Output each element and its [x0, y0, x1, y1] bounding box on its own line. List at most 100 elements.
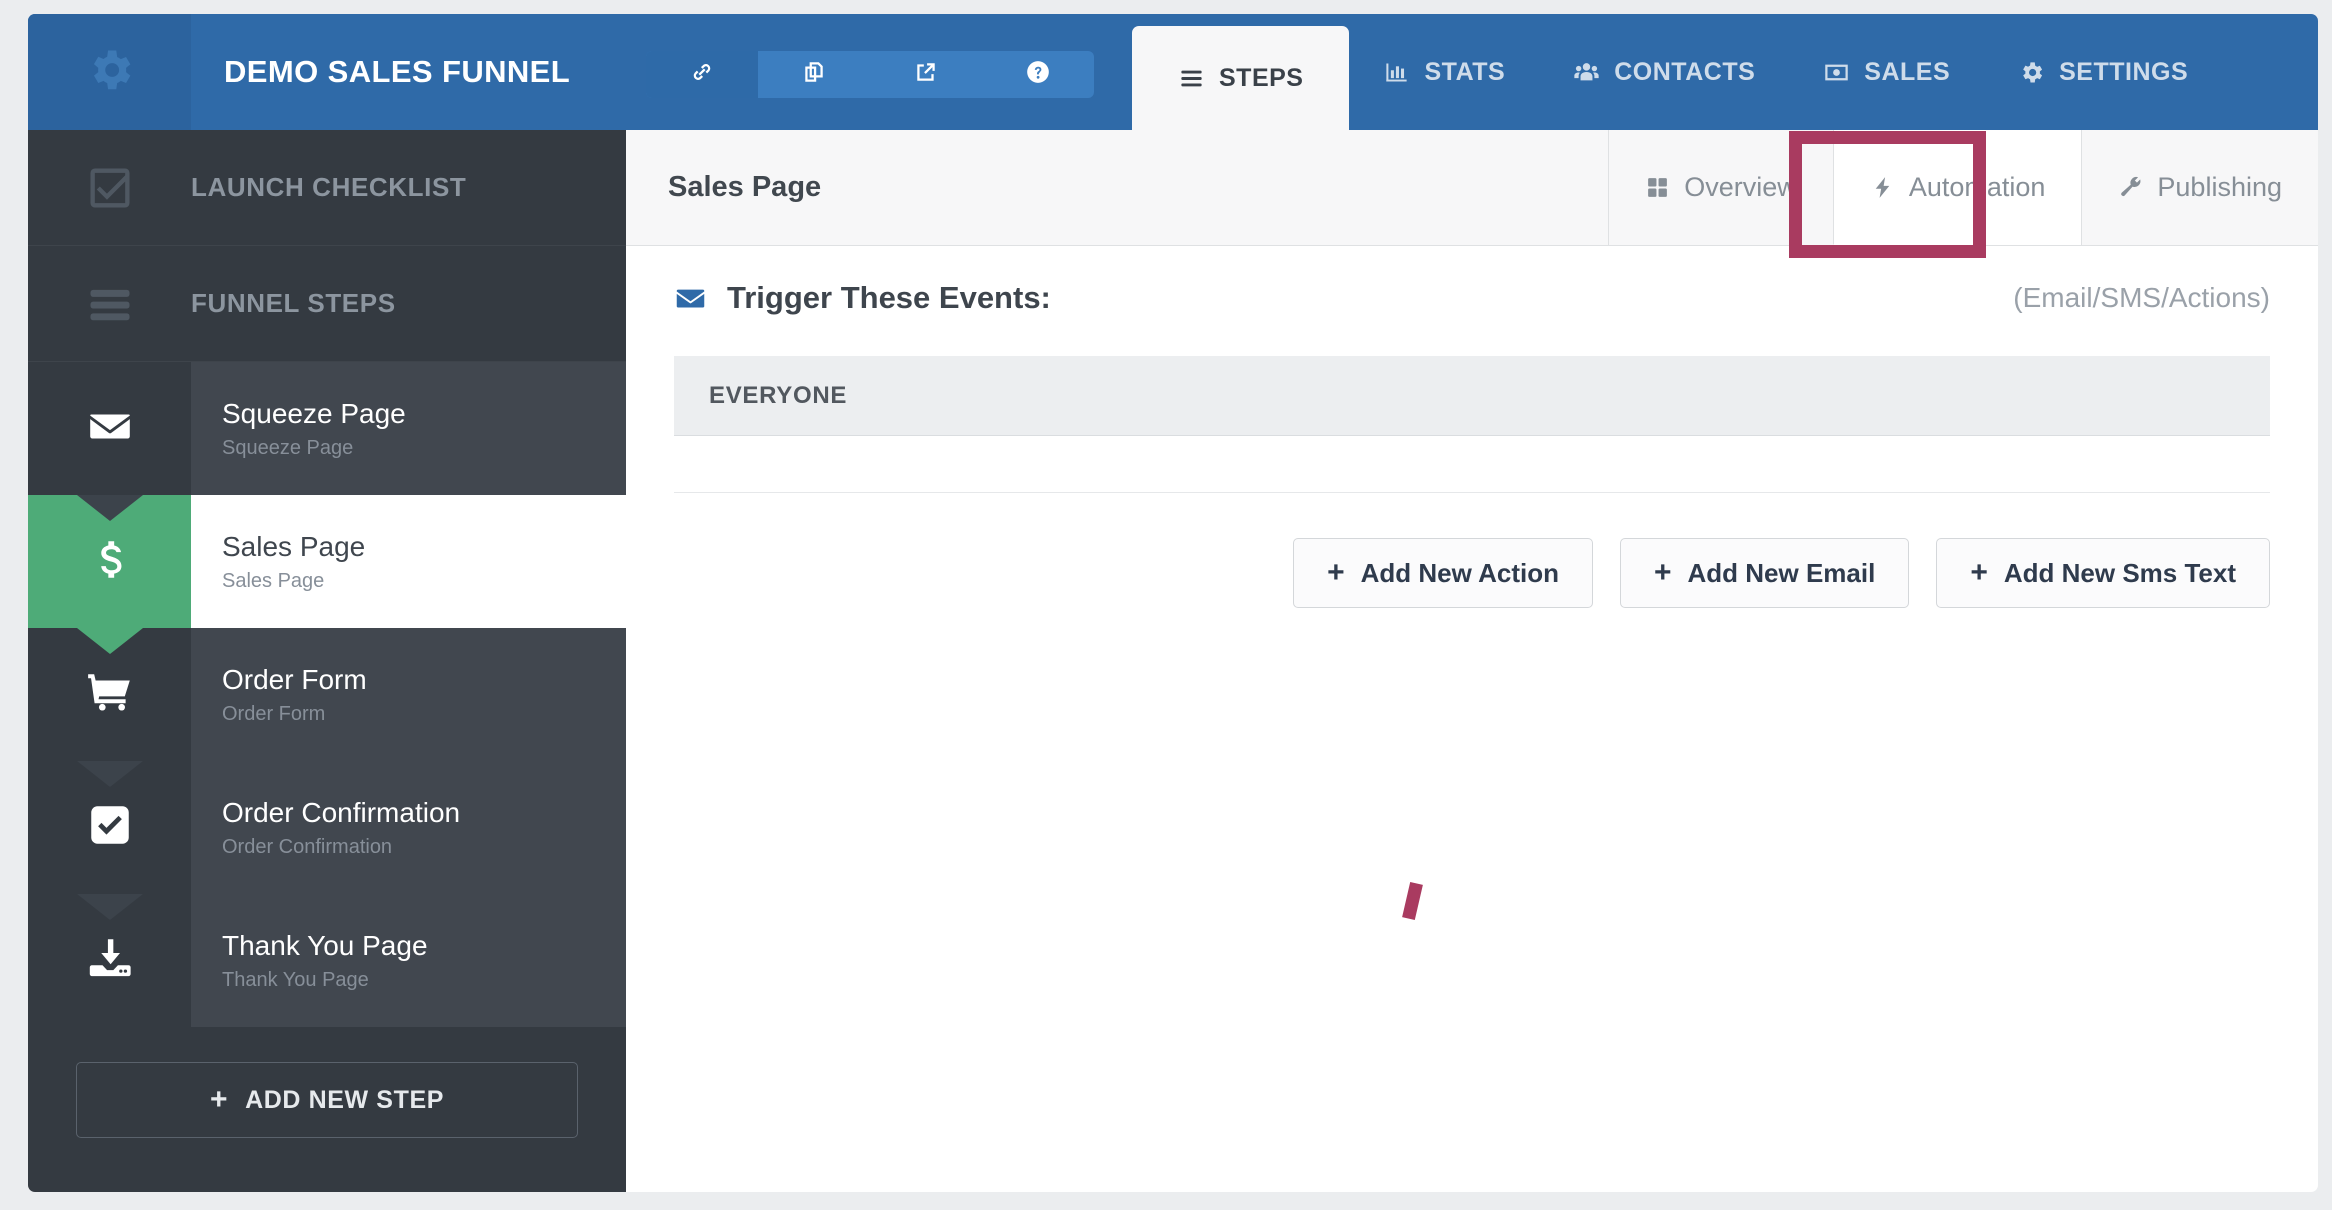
everyone-label: EVERYONE — [709, 381, 848, 409]
top-header: DEMO SALES FUNNEL STEPS STATS CONTACTS S… — [28, 14, 2318, 130]
step-icon-cell — [28, 628, 191, 761]
sidebar-item-launch-checklist[interactable]: LAUNCH CHECKLIST — [28, 130, 626, 246]
step-subtitle: Squeeze Page — [222, 436, 354, 459]
step-subtitle: Order Confirmation — [222, 835, 393, 858]
page-title: Sales Page — [668, 171, 822, 203]
add-step-area: + ADD NEW STEP — [28, 1020, 626, 1192]
funnel-title: DEMO SALES FUNNEL — [224, 54, 571, 89]
trigger-note: (Email/SMS/Actions) — [2013, 282, 2270, 313]
step-text: Squeeze Page Squeeze Page — [191, 362, 626, 495]
step-title: Order Confirmation — [222, 796, 461, 828]
nav-tab-steps[interactable]: STEPS — [1132, 26, 1350, 130]
download-icon — [85, 933, 135, 988]
add-new-step-label: ADD NEW STEP — [245, 1085, 444, 1114]
content-tab-bar: Sales Page Overview Automation Publishin… — [626, 130, 2318, 258]
nav-tab-settings-label: SETTINGS — [2059, 57, 2189, 86]
money-icon — [1823, 59, 1850, 86]
nav-tab-stats[interactable]: STATS — [1349, 14, 1539, 130]
envelope-icon — [674, 282, 707, 315]
add-new-action-label: Add New Action — [1360, 557, 1559, 588]
copy-icon — [801, 59, 827, 90]
trigger-title: Trigger These Events: — [727, 280, 1051, 315]
checkbox-check-icon — [85, 800, 135, 855]
tab-automation[interactable]: Automation — [1832, 130, 2082, 245]
step-subtitle: Order Form — [222, 702, 326, 725]
action-button-row: + Add New Action + Add New Email + Add N… — [626, 493, 2318, 608]
nav-tab-contacts-label: CONTACTS — [1614, 57, 1756, 86]
app-window: DEMO SALES FUNNEL STEPS STATS CONTACTS S… — [28, 14, 2318, 1192]
body-wrapper: LAUNCH CHECKLIST FUNNEL STEPS Squeeze Pa… — [28, 130, 2318, 1192]
app-logo-gear[interactable] — [28, 14, 191, 130]
step-text: Thank You Page Thank You Page — [191, 894, 626, 1027]
step-icon-cell — [28, 894, 191, 1027]
nav-tab-steps-label: STEPS — [1219, 63, 1304, 92]
nav-tab-sales[interactable]: SALES — [1789, 14, 1984, 130]
grid-icon — [1645, 175, 1670, 200]
link-icon-button[interactable] — [646, 51, 758, 98]
step-text: Order Confirmation Order Confirmation — [191, 761, 626, 894]
tab-overview-label: Overview — [1684, 172, 1797, 202]
header-icon-toolbar — [646, 51, 1094, 98]
people-icon — [1573, 59, 1600, 86]
step-connector-arrow-icon — [76, 495, 143, 521]
step-title: Sales Page — [222, 530, 366, 562]
add-new-email-label: Add New Email — [1687, 557, 1876, 588]
help-icon — [1025, 59, 1051, 90]
link-icon — [689, 59, 715, 90]
envelope-icon — [85, 401, 135, 456]
main-nav-tabs: STEPS STATS CONTACTS SALES SETTINGS — [1132, 14, 2222, 130]
nav-tab-stats-label: STATS — [1424, 57, 1506, 86]
tab-publishing[interactable]: Publishing — [2081, 130, 2318, 245]
bar-chart-icon — [1383, 59, 1410, 86]
checkbox-check-icon — [28, 130, 191, 245]
step-text: Order Form Order Form — [191, 628, 626, 761]
plus-icon: + — [1653, 556, 1672, 589]
nav-tab-sales-label: SALES — [1864, 57, 1951, 86]
sidebar: LAUNCH CHECKLIST FUNNEL STEPS Squeeze Pa… — [28, 130, 626, 1192]
tab-overview[interactable]: Overview — [1608, 130, 1833, 245]
hamburger-icon — [1178, 65, 1205, 92]
help-icon-button[interactable] — [982, 51, 1094, 98]
plus-icon: + — [210, 1083, 229, 1116]
add-new-email-button[interactable]: + Add New Email — [1619, 538, 1910, 608]
nav-tab-contacts[interactable]: CONTACTS — [1539, 14, 1789, 130]
dollar-icon — [85, 534, 135, 589]
cart-icon — [85, 667, 135, 722]
open-external-icon-button[interactable] — [870, 51, 982, 98]
sidebar-funnel-steps-label: FUNNEL STEPS — [191, 288, 396, 318]
clone-icon-button[interactable] — [758, 51, 870, 98]
trigger-header-left: Trigger These Events: — [674, 280, 1051, 316]
wrench-icon — [2118, 175, 2143, 200]
step-title: Thank You Page — [222, 929, 428, 961]
sidebar-item-funnel-steps[interactable]: FUNNEL STEPS — [28, 246, 626, 362]
step-icon-cell — [28, 495, 191, 628]
add-new-sms-text-button[interactable]: + Add New Sms Text — [1936, 538, 2270, 608]
tab-automation-label: Automation — [1908, 171, 2046, 202]
sidebar-step-order-confirmation[interactable]: Order Confirmation Order Confirmation — [28, 761, 626, 894]
step-connector-arrow-icon — [76, 628, 143, 654]
step-title: Squeeze Page — [222, 397, 406, 429]
external-link-icon — [913, 59, 939, 90]
sidebar-step-thank-you-page[interactable]: Thank You Page Thank You Page — [28, 894, 626, 1027]
step-subtitle: Thank You Page — [222, 968, 369, 991]
trigger-header-row: Trigger These Events: (Email/SMS/Actions… — [626, 246, 2318, 350]
add-new-sms-text-label: Add New Sms Text — [2003, 557, 2236, 588]
step-text: Sales Page Sales Page — [191, 495, 626, 628]
add-new-step-button[interactable]: + ADD NEW STEP — [76, 1062, 578, 1138]
sidebar-step-squeeze-page[interactable]: Squeeze Page Squeeze Page — [28, 362, 626, 495]
tab-publishing-label: Publishing — [2157, 172, 2282, 202]
add-new-action-button[interactable]: + Add New Action — [1293, 538, 1593, 608]
nav-tab-settings[interactable]: SETTINGS — [1984, 14, 2222, 130]
sidebar-step-sales-page[interactable]: Sales Page Sales Page — [28, 495, 626, 628]
hamburger-icon — [28, 246, 191, 361]
bolt-icon — [1870, 175, 1895, 200]
sidebar-step-order-form[interactable]: Order Form Order Form — [28, 628, 626, 761]
plus-icon: + — [1327, 556, 1345, 589]
main-content: Sales Page Overview Automation Publishin… — [626, 130, 2318, 1192]
gear-icon — [84, 44, 136, 101]
plus-icon: + — [1970, 556, 1988, 589]
step-subtitle: Sales Page — [222, 569, 325, 592]
step-icon-cell — [28, 761, 191, 894]
everyone-section-header: EVERYONE — [674, 356, 2270, 436]
step-connector-arrow-icon — [76, 761, 143, 787]
